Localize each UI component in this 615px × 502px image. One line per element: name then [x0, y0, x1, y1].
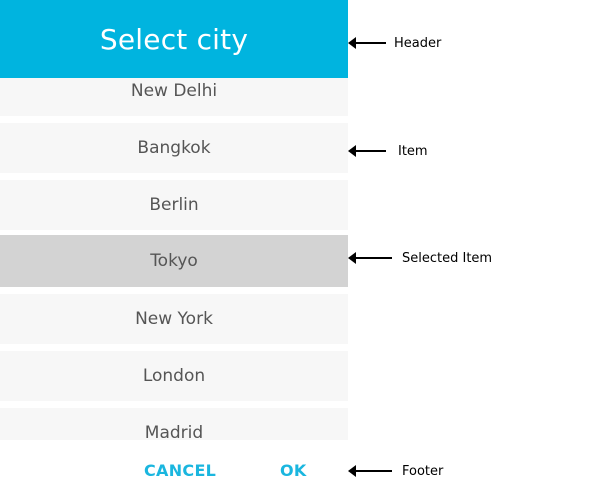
screen: Select city New Delhi Bangkok Berlin Tok…: [0, 0, 615, 502]
list-item-london[interactable]: London: [0, 351, 348, 401]
list-item-label: New Delhi: [130, 81, 218, 101]
dialog-title: Select city: [99, 22, 249, 56]
list-item-label: Bangkok: [137, 138, 211, 158]
cancel-button[interactable]: CANCEL: [144, 461, 216, 480]
list-item-new-delhi[interactable]: New Delhi: [0, 78, 348, 116]
dialog-header: Select city: [0, 0, 348, 78]
ok-button[interactable]: OK: [280, 461, 307, 480]
item-annotation: Item: [348, 141, 428, 161]
header-annotation: Header: [348, 33, 441, 53]
list-item-label: Tokyo: [150, 251, 198, 271]
left-arrow-icon: [348, 145, 386, 157]
list-item-label: London: [142, 366, 206, 386]
city-picker-dialog: Select city New Delhi Bangkok Berlin Tok…: [0, 0, 348, 502]
list-item-bangkok[interactable]: Bangkok: [0, 123, 348, 173]
selected-item-annotation-label: Selected Item: [402, 250, 493, 266]
list-item-new-york[interactable]: New York: [0, 294, 348, 344]
footer-annotation-label: Footer: [402, 463, 444, 479]
item-annotation-label: Item: [398, 143, 428, 159]
city-list[interactable]: New Delhi Bangkok Berlin Tokyo New York …: [0, 78, 348, 440]
list-item-madrid[interactable]: Madrid: [0, 408, 348, 440]
left-arrow-icon: [348, 465, 392, 477]
left-arrow-icon: [348, 252, 392, 264]
left-arrow-icon: [348, 37, 386, 49]
list-item-label: Berlin: [149, 195, 199, 215]
footer-annotation: Footer: [348, 461, 443, 481]
selected-item-annotation: Selected Item: [348, 248, 492, 268]
dialog-footer: CANCEL OK: [0, 440, 348, 502]
list-item-berlin[interactable]: Berlin: [0, 180, 348, 230]
list-item-label: Madrid: [144, 423, 204, 440]
header-annotation-label: Header: [394, 35, 442, 51]
list-item-tokyo-selected[interactable]: Tokyo: [0, 235, 348, 287]
list-item-label: New York: [135, 309, 213, 329]
